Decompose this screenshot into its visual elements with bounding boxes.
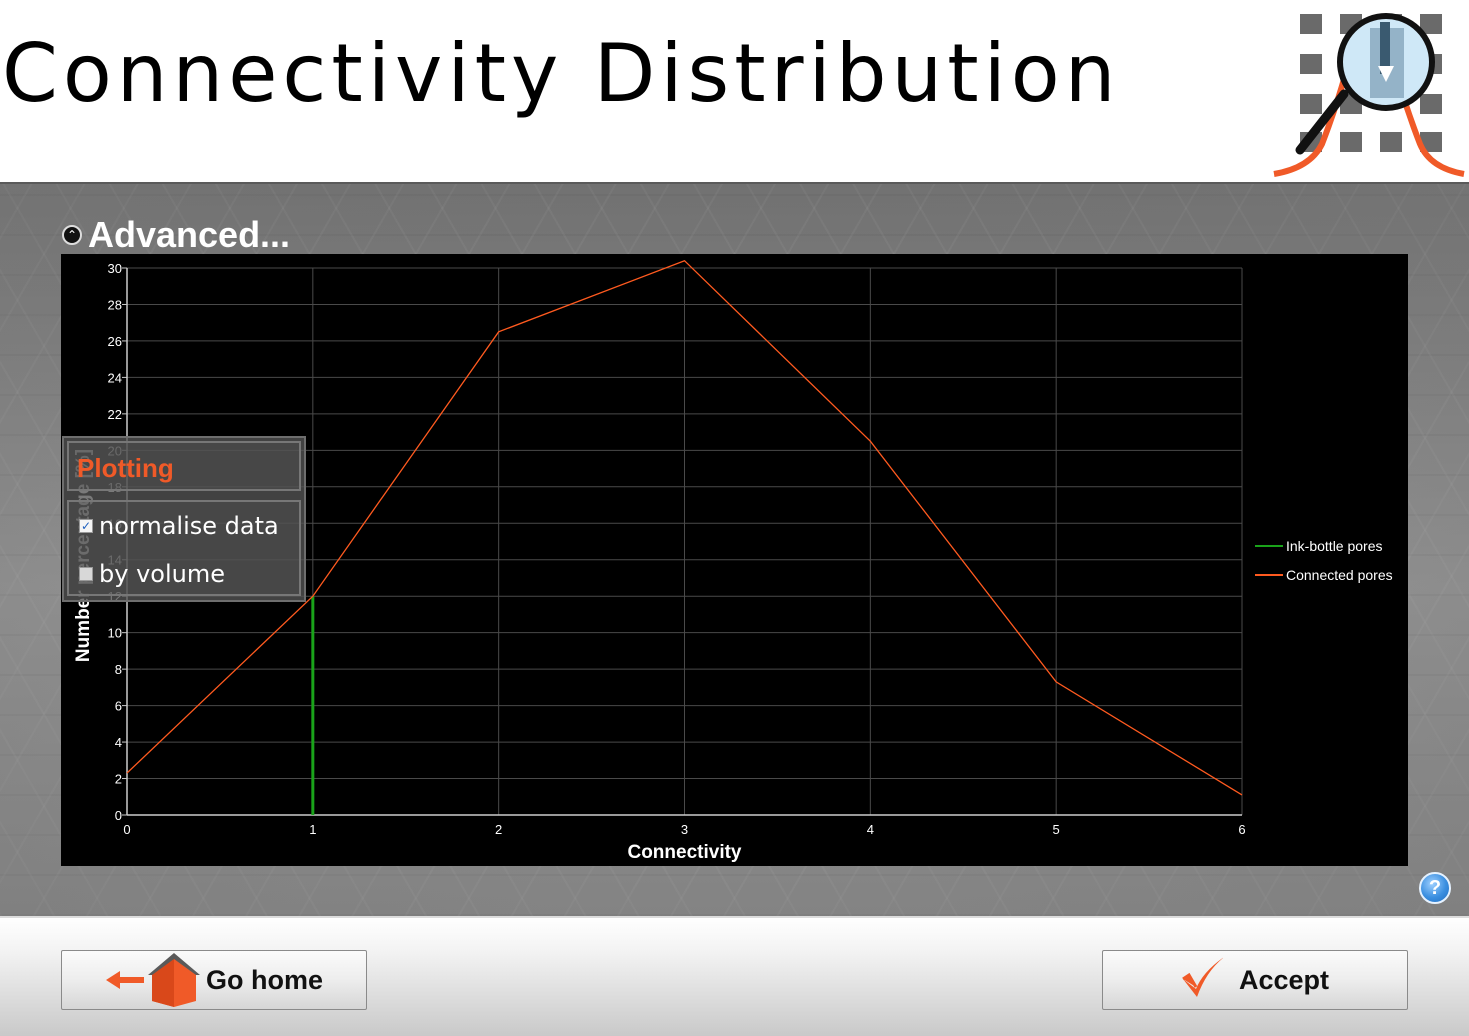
- x-tick-label: 4: [867, 822, 874, 837]
- legend-label: Ink-bottle pores: [1286, 538, 1383, 554]
- y-tick-label: 0: [115, 808, 122, 823]
- x-tick-label: 0: [123, 822, 130, 837]
- y-tick-label: 6: [115, 699, 122, 714]
- y-tick-label: 30: [108, 261, 122, 276]
- by-volume-option[interactable]: by volume: [79, 560, 225, 588]
- by-volume-checkbox[interactable]: [79, 567, 93, 581]
- footer: Go home Accept: [0, 916, 1469, 1036]
- normalise-data-option[interactable]: ✓ normalise data: [79, 512, 279, 540]
- y-tick-label: 8: [115, 662, 122, 677]
- plotting-options: ✓ normalise data by volume: [67, 500, 301, 596]
- x-tick-label: 1: [309, 822, 316, 837]
- main-panel: ⌃ Advanced... 02468101214161820222426283…: [0, 182, 1469, 916]
- by-volume-label: by volume: [99, 560, 225, 588]
- advanced-toggle[interactable]: ⌃ Advanced...: [62, 214, 290, 256]
- go-home-label: Go home: [206, 964, 324, 995]
- x-axis-title: Connectivity: [627, 842, 741, 863]
- x-tick-label: 5: [1053, 822, 1060, 837]
- x-tick-label: 2: [495, 822, 502, 837]
- y-tick-label: 22: [108, 407, 122, 422]
- magnifier-pore-icon: [1273, 13, 1465, 177]
- help-icon[interactable]: ?: [1419, 872, 1451, 904]
- y-tick-label: 4: [115, 735, 122, 750]
- plotting-panel: Plotting ✓ normalise data by volume: [62, 436, 306, 602]
- x-tick-label: 6: [1238, 822, 1245, 837]
- plotting-title: Plotting: [77, 453, 174, 483]
- page-title: Connectivity Distribution: [2, 27, 1121, 120]
- accept-label: Accept: [1239, 964, 1330, 995]
- x-tick-label: 3: [681, 822, 688, 837]
- chevron-up-circle-icon: ⌃: [62, 225, 82, 245]
- y-tick-label: 10: [108, 626, 122, 641]
- y-tick-label: 24: [108, 370, 122, 385]
- normalise-data-checkbox[interactable]: ✓: [79, 519, 93, 533]
- arrow-left-icon: [106, 971, 144, 989]
- house-icon: [106, 953, 200, 1007]
- accept-button[interactable]: Accept: [1102, 950, 1408, 1010]
- go-home-button[interactable]: Go home: [61, 950, 367, 1010]
- advanced-label: Advanced...: [88, 214, 291, 255]
- normalise-data-label: normalise data: [99, 512, 279, 540]
- header: Connectivity Distribution: [0, 0, 1469, 182]
- y-tick-label: 2: [115, 772, 122, 787]
- legend-label: Connected pores: [1286, 567, 1393, 583]
- checkmark-icon: [1182, 957, 1223, 997]
- y-tick-label: 26: [108, 334, 122, 349]
- y-tick-label: 28: [108, 297, 122, 312]
- plotting-title-box: Plotting: [67, 441, 301, 491]
- legend: Ink-bottle pores Connected pores: [1255, 538, 1393, 583]
